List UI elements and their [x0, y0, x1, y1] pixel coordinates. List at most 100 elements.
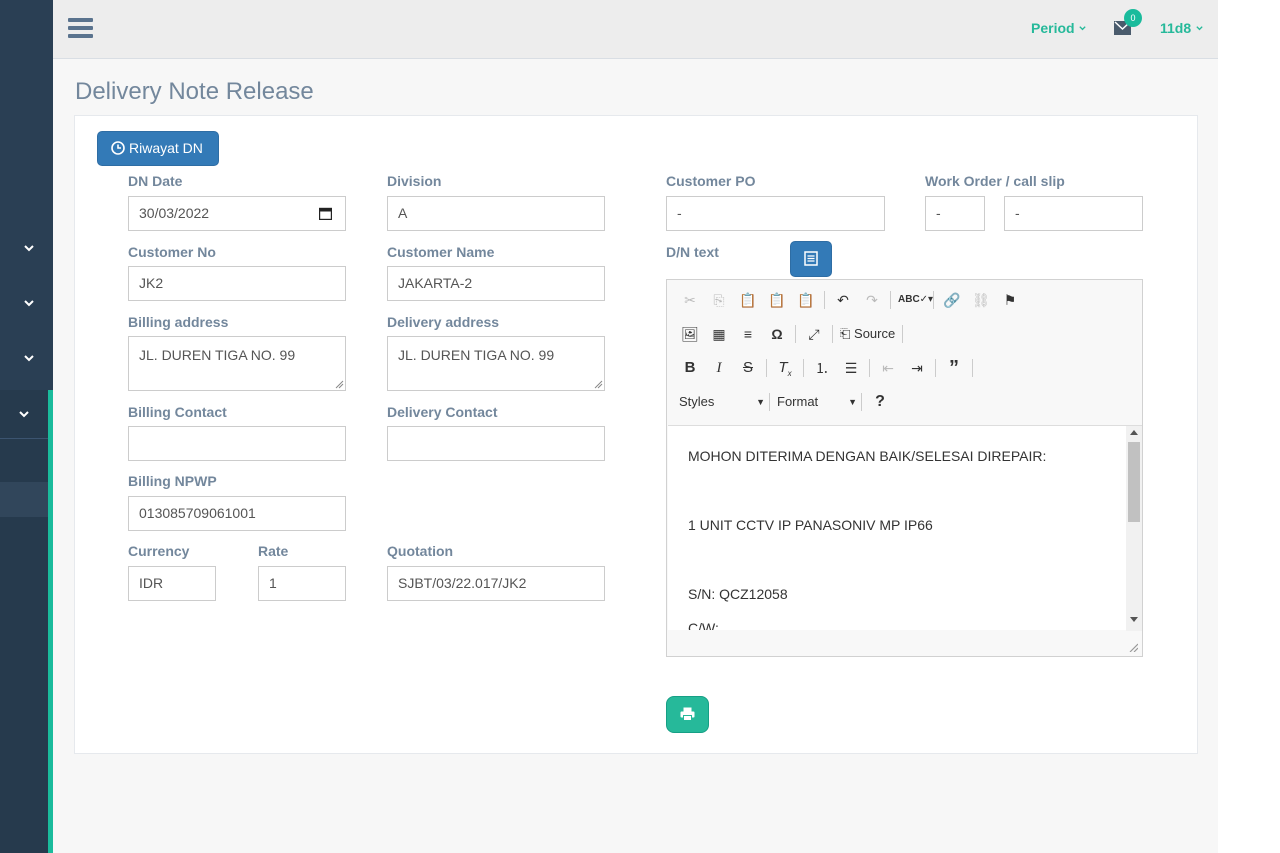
delivery-address-textarea[interactable]: JL. DUREN TIGA NO. 99 [387, 336, 605, 391]
sidebar-chevron-4-icon[interactable] [17, 407, 31, 421]
strike-icon[interactable]: S [737, 357, 759, 379]
sidebar-active-section [0, 390, 53, 853]
division-label: Division [387, 173, 442, 189]
delivery-contact-input[interactable] [387, 426, 605, 461]
customer-name-input[interactable]: JAKARTA-2 [387, 266, 605, 301]
table-icon[interactable]: ▦ [708, 323, 730, 345]
editor-toolbar-row-2: 🖼 ▦ ≡ Ω ⤢ ⎗ Source [679, 323, 910, 345]
toolbar-separator [935, 359, 936, 377]
period-chevron-icon [1079, 26, 1087, 31]
rate-label: Rate [258, 543, 289, 559]
print-icon [680, 707, 695, 721]
rate-input[interactable]: 1 [258, 566, 346, 601]
italic-icon[interactable]: I [708, 357, 730, 379]
blank-area [1218, 0, 1280, 853]
customer-no-input[interactable]: JK2 [128, 266, 346, 301]
resize-grip-icon[interactable] [594, 380, 603, 389]
paste-word-icon[interactable]: 📋 [795, 289, 817, 311]
sidebar-chevron-1-icon[interactable] [22, 241, 36, 255]
spellcheck-icon[interactable]: ABC✓▾ [898, 289, 933, 311]
scroll-down-icon[interactable] [1130, 617, 1138, 623]
customer-po-input[interactable]: - [666, 196, 885, 231]
customer-po-label: Customer PO [666, 173, 756, 189]
work-order-input-2[interactable]: - [1004, 196, 1143, 231]
billing-contact-label: Billing Contact [128, 404, 227, 420]
history-button[interactable]: Riwayat DN [97, 131, 219, 166]
indent-icon[interactable]: ⇥ [906, 357, 928, 379]
mail-badge: 0 [1124, 9, 1142, 27]
unlink-icon[interactable]: ⛓ [970, 289, 992, 311]
paste-text-icon[interactable]: 📋 [766, 289, 788, 311]
help-icon[interactable]: ? [869, 391, 891, 413]
format-dropdown[interactable]: Format ▼ [777, 391, 857, 413]
source-button[interactable]: ⎗ Source [840, 323, 895, 345]
undo-icon[interactable]: ↶ [832, 289, 854, 311]
link-icon[interactable]: 🔗 [941, 289, 963, 311]
dn-date-label: DN Date [128, 173, 183, 189]
period-menu[interactable]: Period [1031, 20, 1087, 36]
user-menu[interactable]: 11d8 [1160, 20, 1204, 36]
copy-icon[interactable]: ⎘ [708, 289, 730, 311]
editor-toolbar-row-1: ✂ ⎘ 📋 📋 📋 ↶ ↷ ABC✓▾ 🔗 ⛓ ⚑ [679, 289, 1028, 311]
blockquote-icon[interactable]: ” [943, 357, 965, 379]
sidebar-chevron-2-icon[interactable] [22, 296, 36, 310]
numbered-list-icon[interactable]: ⒈ [811, 357, 833, 379]
dn-date-value: 30/03/2022 [139, 205, 210, 221]
toolbar-separator [972, 359, 973, 377]
page-title: Delivery Note Release [75, 78, 314, 105]
redo-icon[interactable]: ↷ [861, 289, 883, 311]
toolbar-separator [832, 325, 833, 343]
editor-scrollbar[interactable] [1126, 425, 1142, 631]
bulleted-list-icon[interactable]: ☰ [840, 357, 862, 379]
calendar-icon[interactable] [319, 207, 332, 220]
toolbar-separator [902, 325, 904, 343]
editor-text-line: S/N: QCZ12058 [688, 586, 788, 602]
maximize-icon[interactable]: ⤢ [803, 323, 825, 345]
paste-icon[interactable]: 📋 [737, 289, 759, 311]
cut-icon[interactable]: ✂ [679, 289, 701, 311]
user-chevron-icon [1196, 26, 1203, 31]
scrollbar-thumb[interactable] [1128, 442, 1140, 522]
delivery-contact-label: Delivery Contact [387, 404, 498, 420]
anchor-flag-icon[interactable]: ⚑ [999, 289, 1021, 311]
sidebar-item-selected[interactable] [0, 482, 48, 517]
quotation-input[interactable]: SJBT/03/22.017/JK2 [387, 566, 605, 601]
remove-format-icon[interactable]: Tx [774, 357, 796, 379]
print-button[interactable] [666, 696, 709, 733]
sidebar-chevron-3-icon[interactable] [22, 351, 36, 365]
history-button-label: Riwayat DN [129, 140, 203, 156]
editor-text-line: 1 UNIT CCTV IP PANASONIV MP IP66 [688, 517, 933, 533]
editor-resize-icon[interactable] [1128, 642, 1138, 652]
horizontal-rule-icon[interactable]: ≡ [737, 323, 759, 345]
quotation-label: Quotation [387, 543, 454, 559]
customer-name-label: Customer Name [387, 244, 495, 260]
billing-address-value: JL. DUREN TIGA NO. 99 [139, 347, 296, 363]
editor-text-line: MOHON DITERIMA DENGAN BAIK/SELESAI DIREP… [688, 448, 1047, 464]
billing-npwp-input[interactable]: 013085709061001 [128, 496, 346, 531]
clock-icon [111, 141, 125, 155]
work-order-input-1[interactable]: - [925, 196, 985, 231]
special-char-icon[interactable]: Ω [766, 323, 788, 345]
bold-icon[interactable]: B [679, 357, 701, 379]
division-input[interactable]: A [387, 196, 605, 231]
dn-date-input[interactable]: 30/03/2022 [128, 196, 346, 231]
format-label: Format [777, 394, 819, 409]
billing-address-textarea[interactable]: JL. DUREN TIGA NO. 99 [128, 336, 346, 391]
billing-contact-input[interactable] [128, 426, 346, 461]
editor-content-area[interactable]: MOHON DITERIMA DENGAN BAIK/SELESAI DIREP… [668, 425, 1126, 630]
styles-dropdown[interactable]: Styles ▼ [679, 391, 765, 413]
toolbar-separator [869, 359, 870, 377]
template-button[interactable] [790, 241, 832, 277]
sidebar [0, 0, 53, 853]
source-icon: ⎗ [840, 326, 851, 341]
billing-address-label: Billing address [128, 314, 229, 330]
user-label: 11d8 [1160, 20, 1192, 36]
source-label: Source [854, 326, 896, 341]
image-icon[interactable]: 🖼 [679, 323, 701, 345]
resize-grip-icon[interactable] [335, 380, 344, 389]
scroll-up-icon[interactable] [1130, 429, 1138, 435]
dn-text-label: D/N text [666, 244, 719, 260]
currency-input[interactable]: IDR [128, 566, 216, 601]
outdent-icon[interactable]: ⇤ [877, 357, 899, 379]
menu-toggle-icon[interactable] [68, 18, 93, 39]
